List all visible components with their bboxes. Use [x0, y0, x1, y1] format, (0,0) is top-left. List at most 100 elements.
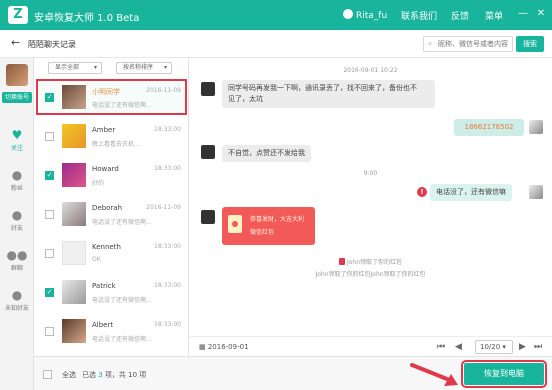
contact-name: Patrick — [92, 282, 116, 290]
title-bar: Z 安卓恢复大师 1.0 Beta Rita_fu 联系我们 反馈 菜单 — ✕ — [0, 0, 552, 30]
contact-last-message: 电话没了还有微信啊... — [92, 336, 152, 343]
contact-checkbox[interactable]: ✓ — [45, 93, 54, 102]
app-logo: Z — [8, 6, 28, 24]
chevron-down-icon: ▾ — [163, 64, 167, 71]
sidebar: 切换账号 ♥ 关注 ● 粉丝 ● 好友 ●● 群聊 ● 未知好友 — [0, 58, 34, 390]
contact-last-message: 电话没了还有微信啊... — [92, 297, 152, 304]
selection-status: 已选 3 项，共 10 项 — [82, 371, 147, 379]
pointer-arrow-icon — [410, 363, 458, 386]
message-bubble: 同学号码再发我一下啊，通讯录丢了，找不回来了，备份也不 见了，太坑 — [222, 80, 435, 108]
contact-checkbox[interactable] — [45, 249, 54, 258]
user-account[interactable]: Rita_fu — [343, 9, 387, 21]
calendar-icon: ▦ — [199, 343, 208, 351]
contact-row[interactable]: Albert 电话没了还有微信啊... 18:33:00 — [36, 313, 187, 349]
contact-time: 18:33:00 — [154, 165, 181, 172]
close-icon[interactable]: ✕ — [535, 8, 547, 20]
bottom-bar: 全选 已选 3 项，共 10 项 恢复到电脑 — [34, 356, 552, 390]
sidebar-item-groups[interactable]: ●● 群聊 — [0, 246, 34, 280]
red-packet-icon — [228, 215, 242, 233]
message-bubble: 电话没了，还有微信嘛 — [430, 184, 512, 201]
contact-row[interactable]: Deborah 电话没了还有微信啊... 2016-11-09 — [36, 196, 187, 232]
message-avatar — [529, 185, 543, 199]
contact-avatar — [62, 124, 86, 148]
page-title: 陌陌聊天记录 — [28, 40, 76, 49]
contact-time: 18:33:00 — [154, 243, 181, 250]
first-page-icon[interactable]: ⏮ — [437, 342, 445, 352]
chevron-down-icon: ▾ — [502, 343, 506, 351]
sort-dropdown[interactable]: 按名称排序 ▾ — [116, 62, 172, 74]
contact-name: Howard — [92, 165, 119, 173]
message-avatar — [201, 145, 215, 159]
contact-last-message: OK — [92, 256, 101, 263]
sidebar-item-friends[interactable]: ● 好友 — [0, 206, 34, 240]
red-packet-label: 微信红包 — [250, 229, 275, 236]
breadcrumb-bar: ← 陌陌聊天记录 ⌕ 搜索 — [0, 30, 552, 58]
app-title: 安卓恢复大师 1.0 Beta — [34, 13, 140, 24]
chat-time: 9:00 — [363, 170, 378, 177]
phone-number-bubble: 18662178502 — [454, 119, 524, 136]
contact-last-message: 晚上看看去衣机... — [92, 141, 140, 148]
menu-feedback[interactable]: 反馈 — [451, 9, 469, 22]
contact-row[interactable]: ✓ 小明同学 电话没了还有微信啊... 2016-11-09 — [36, 79, 187, 115]
contact-checkbox[interactable]: ✓ — [45, 288, 54, 297]
contact-name: Albert — [92, 321, 114, 329]
contact-last-message: 好的 — [92, 180, 105, 187]
menu-contact-us[interactable]: 联系我们 — [401, 9, 437, 22]
friend-icon: ● — [11, 208, 23, 222]
contact-checkbox[interactable] — [45, 327, 54, 336]
contact-name: 小明同学 — [92, 88, 120, 96]
unknown-user-icon: ● — [11, 288, 23, 302]
heart-icon: ♥ — [11, 128, 23, 142]
chevron-down-icon: ▾ — [93, 64, 97, 71]
message-avatar — [201, 210, 215, 224]
prev-page-icon[interactable]: ◀ — [455, 342, 462, 352]
date-picker[interactable]: ▦ 2016-09-01 — [199, 343, 249, 351]
contact-name: Amber — [92, 126, 116, 134]
contact-checkbox[interactable] — [45, 132, 54, 141]
contact-last-message: 电话没了还有微信啊... — [92, 219, 152, 226]
contact-row[interactable]: ✓ Patrick 电话没了还有微信啊... 18:33:00 — [36, 274, 187, 310]
contact-row[interactable]: Kenneth OK 18:33:00 — [36, 235, 187, 271]
menu-main[interactable]: 菜单 — [485, 9, 503, 22]
next-page-icon[interactable]: ▶ — [519, 342, 526, 352]
user-icon — [343, 9, 353, 19]
message-bubble: 不自觉，点赞还不发给我 — [222, 145, 311, 162]
user-icon: ● — [11, 168, 23, 182]
switch-account-button[interactable]: 切换账号 — [2, 92, 32, 103]
contact-row[interactable]: ✓ Howard 好的 18:33:00 — [36, 157, 187, 193]
search-box: ⌕ — [423, 36, 513, 52]
red-packet-title: 恭喜发财，大吉大利 — [250, 216, 305, 223]
system-note: John领取了你的红包 — [189, 257, 552, 266]
back-arrow-icon[interactable]: ← — [11, 36, 20, 49]
sidebar-item-fans[interactable]: ● 粉丝 — [0, 166, 34, 200]
contact-list: 显示全部 ▾ 按名称排序 ▾ ✓ 小明同学 电话没了还有微信啊... 2016-11… — [34, 58, 189, 356]
system-note: John领取了你的红包John领取了你的红包 — [315, 271, 426, 278]
alert-icon: ! — [417, 187, 427, 197]
select-all-label: 全选 — [62, 371, 76, 379]
message-avatar — [529, 120, 543, 134]
search-button[interactable]: 搜索 — [516, 36, 544, 52]
select-all-checkbox[interactable] — [43, 370, 52, 379]
contact-time: 2016-11-09 — [146, 204, 181, 211]
show-filter-dropdown[interactable]: 显示全部 ▾ — [48, 62, 102, 74]
red-packet-card[interactable]: 恭喜发财，大吉大利 微信红包 — [222, 207, 315, 245]
contact-checkbox[interactable] — [45, 210, 54, 219]
contact-checkbox[interactable]: ✓ — [45, 171, 54, 180]
contact-last-message: 电话没了还有微信啊... — [92, 102, 152, 109]
page-select[interactable]: 10/20 ▾ — [475, 340, 513, 354]
last-page-icon[interactable]: ⏭ — [534, 342, 542, 352]
account-avatar — [6, 64, 28, 86]
search-input[interactable] — [438, 38, 510, 50]
contact-avatar — [62, 319, 86, 343]
contact-name: Deborah — [92, 204, 123, 212]
contact-avatar — [62, 202, 86, 226]
sidebar-item-unknown[interactable]: ● 未知好友 — [0, 286, 34, 320]
red-packet-mini-icon — [338, 258, 345, 265]
search-icon: ⌕ — [428, 39, 433, 48]
contact-row[interactable]: Amber 晚上看看去衣机... 18:33:00 — [36, 118, 187, 154]
minimize-icon[interactable]: — — [517, 8, 529, 20]
sidebar-item-following[interactable]: ♥ 关注 — [0, 126, 34, 160]
contact-name: Kenneth — [92, 243, 121, 251]
contact-time: 18:33:00 — [154, 321, 181, 328]
recover-to-pc-button[interactable]: 恢复到电脑 — [461, 360, 547, 388]
